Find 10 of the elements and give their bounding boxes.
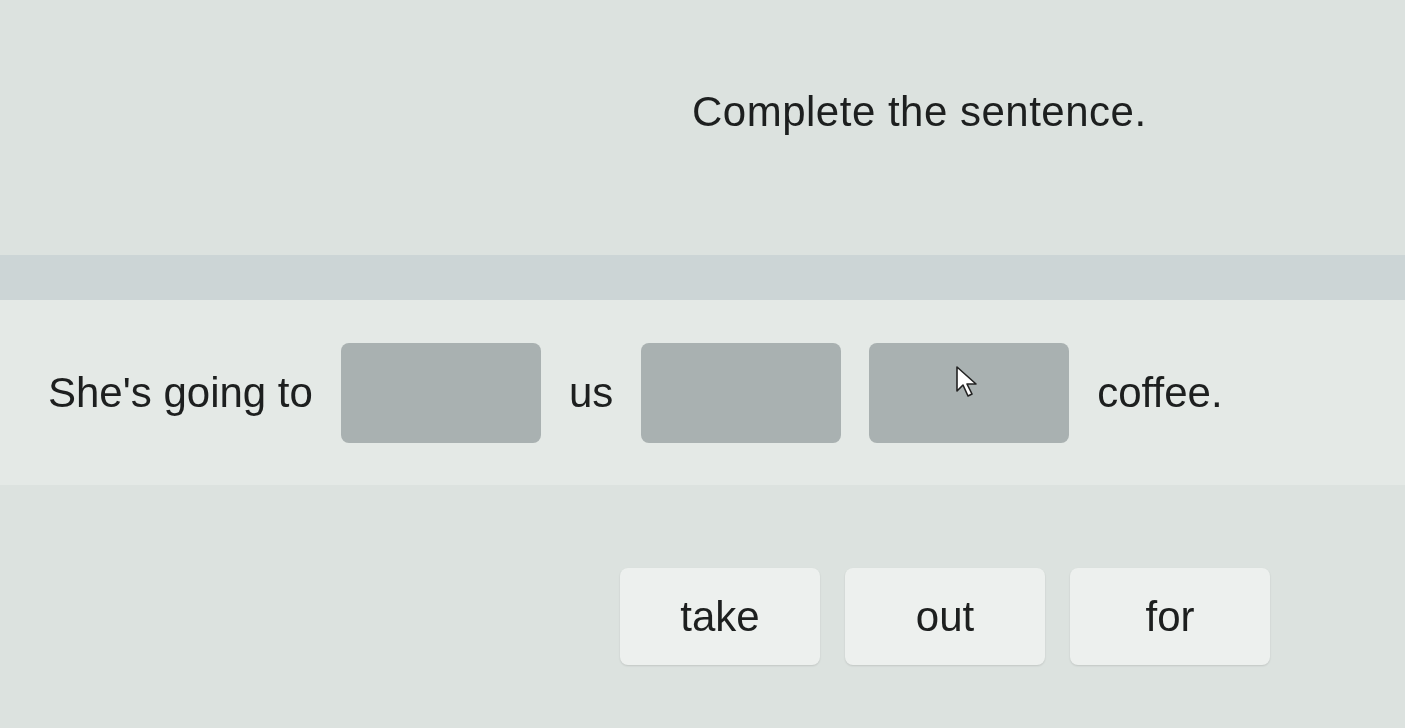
sentence-word: coffee.	[1097, 368, 1223, 417]
answer-blank[interactable]	[641, 342, 842, 443]
sentence-word: us	[568, 368, 614, 417]
answer-blank[interactable]	[869, 342, 1070, 443]
word-option[interactable]: for	[1070, 568, 1270, 665]
word-option[interactable]: take	[620, 568, 820, 665]
sentence-word: She's going to	[48, 368, 313, 417]
instruction-text: Complete the sentence.	[692, 88, 1147, 136]
answer-blank[interactable]	[340, 342, 541, 443]
word-option[interactable]: out	[845, 568, 1045, 665]
